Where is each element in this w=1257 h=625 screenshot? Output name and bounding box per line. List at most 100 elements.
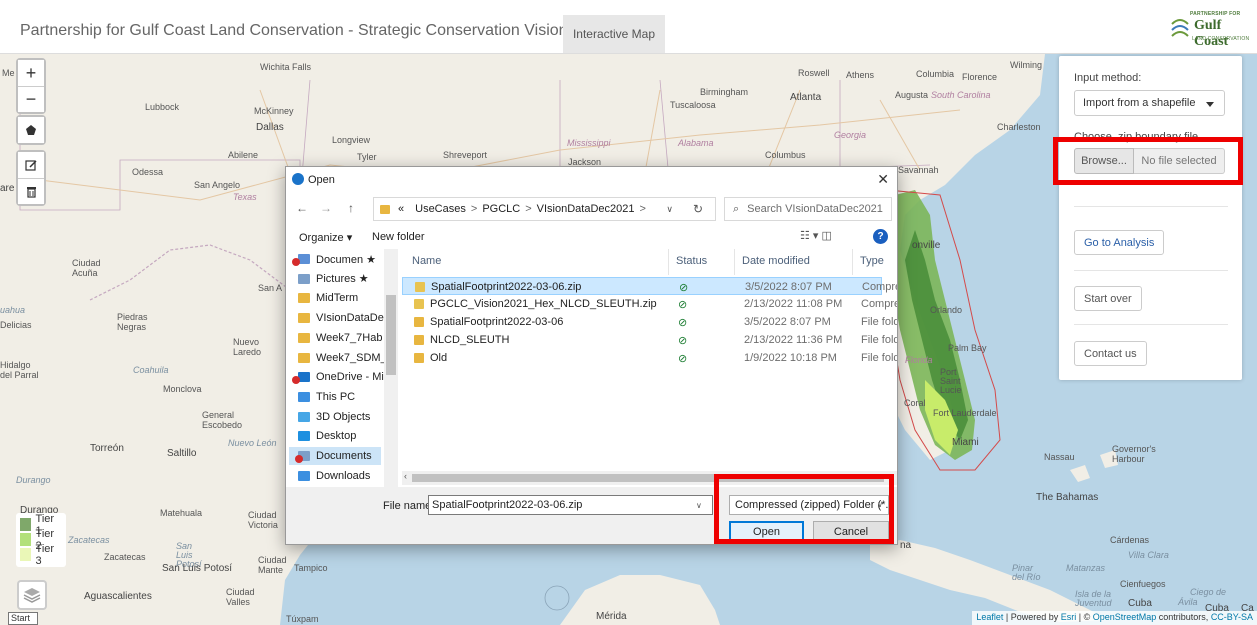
tab-interactive-map[interactable]: Interactive Map xyxy=(563,15,665,53)
city-label: General Escobedo xyxy=(202,410,243,430)
file-list: Name Status Date modified Type SpatialFo… xyxy=(402,249,897,487)
column-separator[interactable] xyxy=(668,249,669,275)
nav-pane-item[interactable]: Documen ★ xyxy=(292,250,376,268)
go-to-analysis-button[interactable]: Go to Analysis xyxy=(1074,230,1165,255)
help-icon[interactable]: ? xyxy=(873,229,888,244)
draw-polygon-button[interactable] xyxy=(18,117,44,143)
divider xyxy=(1074,270,1228,271)
city-label: Torreón xyxy=(90,443,124,454)
nav-pane-item[interactable]: Desktop xyxy=(298,427,356,445)
city-label: Tuscaloosa xyxy=(670,100,716,110)
file-row[interactable]: PGCLC_Vision2021_Hex_NLCD_SLEUTH.zip ⊘ 2/1… xyxy=(402,295,897,313)
city-label: Columbus xyxy=(765,150,806,160)
city-label: Dallas xyxy=(256,122,284,133)
city-label: Augusta xyxy=(895,90,929,100)
city-label: Miami xyxy=(952,437,979,448)
nav-pane-item[interactable]: Week7_7Hab xyxy=(298,329,382,347)
zoom-in-button[interactable]: + xyxy=(18,60,44,86)
city-label: Odessa xyxy=(132,167,164,177)
file-icon xyxy=(415,282,425,292)
organize-menu[interactable]: Organize ▾ xyxy=(299,231,352,244)
zoom-out-button[interactable]: − xyxy=(18,86,44,112)
attribution-text: | © xyxy=(1076,612,1093,622)
file-row[interactable]: Old ⊘ 1/9/2022 10:18 PM File folde xyxy=(402,349,897,367)
dialog-titlebar[interactable]: Open ✕ xyxy=(286,167,897,193)
nav-pane-item[interactable]: This PC xyxy=(298,388,355,406)
city-label: Delicias xyxy=(0,320,32,330)
file-row[interactable]: NLCD_SLEUTH ⊘ 2/13/2022 11:36 PM File folde xyxy=(402,331,897,349)
esri-link[interactable]: Esri xyxy=(1061,612,1077,622)
close-button[interactable]: ✕ xyxy=(877,171,889,188)
city-label: Florence xyxy=(962,72,998,82)
city-label: Pinar del Río xyxy=(1012,563,1041,582)
breadcrumb-item[interactable]: UseCases xyxy=(415,203,466,215)
cc-link[interactable]: CC-BY-SA xyxy=(1211,612,1253,622)
file-name-input[interactable]: SpatialFootprint2022-03-06.zip xyxy=(428,495,713,515)
file-date: 2/13/2022 11:08 PM xyxy=(744,298,843,310)
forward-arrow-icon[interactable]: → xyxy=(320,201,332,215)
search-input[interactable]: ⌕ Search VIsionDataDec2021 xyxy=(724,197,892,221)
column-separator[interactable] xyxy=(734,249,735,275)
delete-layers-button[interactable] xyxy=(18,178,44,204)
column-separator[interactable] xyxy=(852,249,853,275)
file-name: SpatialFootprint2022-03-06.zip xyxy=(431,281,582,293)
dialog-navbar: ← → ↑ « UseCases > PGCLC > VIsionDataDec… xyxy=(286,193,897,225)
chrome-icon xyxy=(292,173,304,185)
breadcrumb-item[interactable]: VIsionDataDec2021 xyxy=(537,203,635,215)
file-row[interactable]: SpatialFootprint2022-03-06.zip ⊘ 3/5/2022 … xyxy=(402,277,897,295)
scrollbar-thumb[interactable] xyxy=(386,295,396,375)
contact-us-button[interactable]: Contact us xyxy=(1074,341,1147,366)
start-over-button[interactable]: Start over xyxy=(1074,286,1142,311)
chevron-down-icon[interactable]: ∨ xyxy=(666,204,673,215)
file-name: SpatialFootprint2022-03-06 xyxy=(430,316,564,328)
city-label: Ciudad Mante xyxy=(258,555,287,575)
column-header-name[interactable]: Name xyxy=(412,255,441,267)
nav-pane-item[interactable]: Pictures ★ xyxy=(298,270,369,288)
column-header-type[interactable]: Type xyxy=(860,255,884,267)
legend-swatch xyxy=(20,533,31,546)
file-row[interactable]: SpatialFootprint2022-03-06 ⊘ 3/5/2022 8:07… xyxy=(402,313,897,331)
column-header-date[interactable]: Date modified xyxy=(742,255,810,267)
nav-pane-item[interactable]: OneDrive - Mis xyxy=(292,368,389,386)
scroll-left-icon[interactable]: ‹ xyxy=(404,471,407,481)
nav-pane-item[interactable]: 3D Objects xyxy=(298,408,370,426)
state-label: Florida xyxy=(905,355,933,365)
nav-pane-item[interactable]: Downloads xyxy=(298,467,370,485)
file-name: Old xyxy=(430,352,448,364)
address-bar[interactable]: « UseCases > PGCLC > VIsionDataDec2021 >… xyxy=(373,197,716,221)
nav-pane-item[interactable]: Week7_SDM_ xyxy=(298,349,387,367)
nav-pane-item[interactable]: VIsionDataDe xyxy=(298,309,384,327)
city-label: onville xyxy=(912,240,941,251)
city-label: Savannah xyxy=(898,165,939,175)
new-folder-button[interactable]: New folder xyxy=(372,231,425,243)
column-header-status[interactable]: Status xyxy=(676,255,707,267)
file-date: 1/9/2022 10:18 PM xyxy=(744,352,837,364)
refresh-icon[interactable]: ↻ xyxy=(693,202,703,216)
nav-pane-item[interactable]: MidTerm xyxy=(298,289,358,307)
partnership-logo[interactable]: PARTNERSHIP FOR Gulf Coast LAND CONSERVA… xyxy=(1168,10,1252,49)
dialog-commandbar: Organize ▾ New folder ☷ ▾ ◫ ? xyxy=(286,225,897,249)
chevron-down-icon[interactable]: ∨ xyxy=(696,501,702,510)
folder-icon xyxy=(298,431,310,442)
breadcrumb-item[interactable]: PGCLC xyxy=(482,203,520,215)
leaflet-link[interactable]: Leaflet xyxy=(976,612,1003,622)
city-label: Saltillo xyxy=(167,448,197,459)
up-arrow-icon[interactable]: ↑ xyxy=(348,201,354,215)
city-label: na xyxy=(900,540,912,551)
osm-link[interactable]: OpenStreetMap xyxy=(1093,612,1157,622)
nav-pane-item[interactable]: Documents xyxy=(289,447,381,465)
city-label: Villa Clara xyxy=(1128,550,1169,560)
back-arrow-icon[interactable]: ← xyxy=(296,201,308,215)
city-label: Nuevo Laredo xyxy=(233,337,262,357)
edit-layers-button[interactable] xyxy=(18,152,44,178)
breadcrumb-separator: > xyxy=(470,203,478,215)
file-type: File folde xyxy=(861,352,897,364)
city-label: Port Saint Lucie xyxy=(940,367,962,395)
highlight-box-open xyxy=(714,474,894,544)
layers-button[interactable] xyxy=(17,580,47,610)
nav-scrollbar[interactable] xyxy=(384,249,398,487)
city-label: Tyler xyxy=(357,152,377,162)
breadcrumb-overflow[interactable]: « xyxy=(398,203,404,215)
view-options-icon[interactable]: ☷ ▾ ◫ xyxy=(800,229,832,242)
input-method-select[interactable]: Import from a shapefile xyxy=(1074,90,1225,116)
